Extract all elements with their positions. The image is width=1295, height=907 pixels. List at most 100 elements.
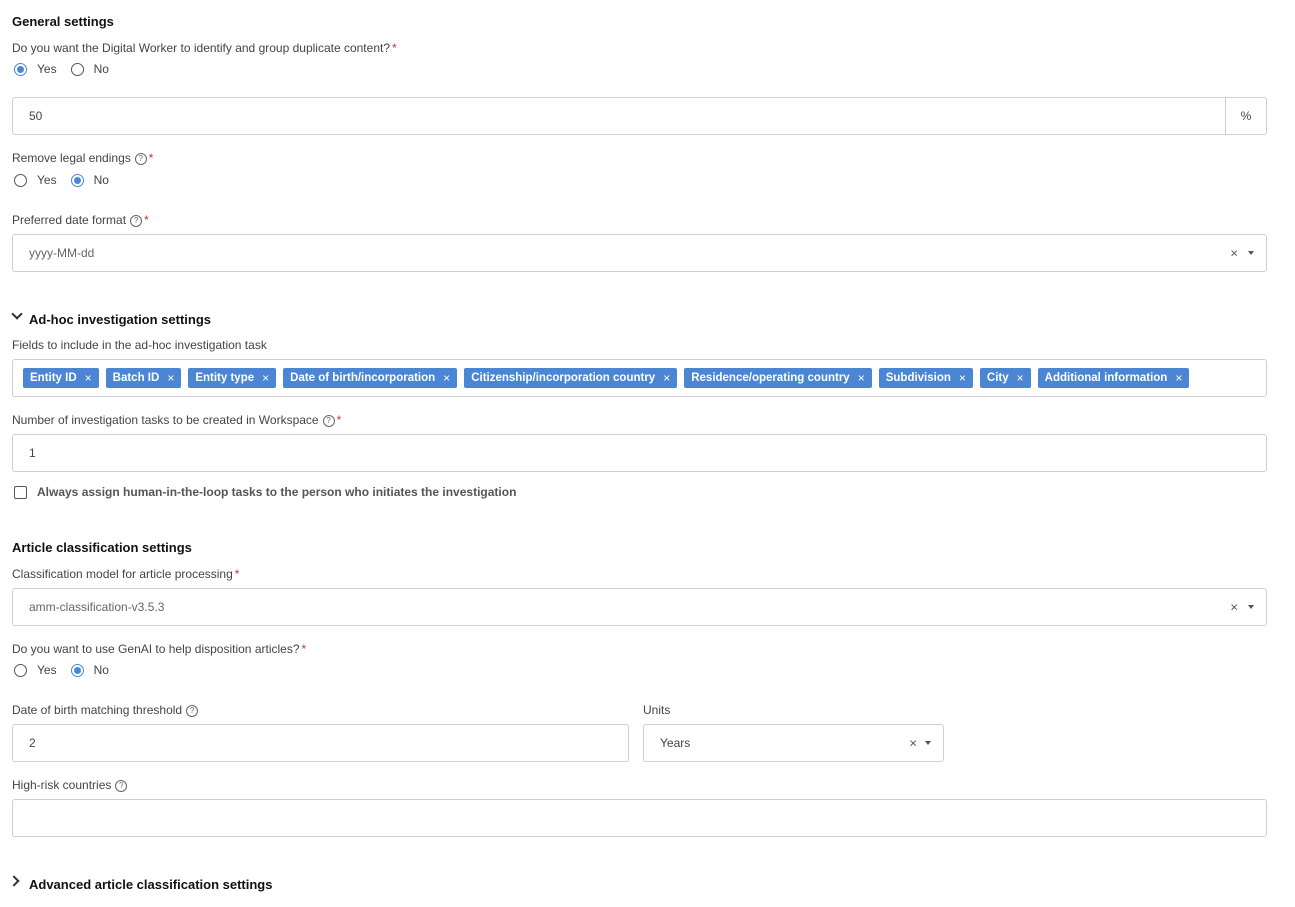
duplicate-yes-radio[interactable] [14,62,27,76]
field-chip: City × [979,368,1031,388]
field-chip: Residence/operating country × [684,368,872,388]
chevron-down-icon[interactable] [1248,605,1254,609]
assign-checkbox-label[interactable]: Always assign human-in-the-loop tasks to… [37,485,516,499]
clear-icon[interactable]: × [1230,600,1238,615]
field-chip: Entity type × [188,368,277,388]
legal-endings-no-label[interactable]: No [94,173,109,187]
date-format-label-text: Preferred date format [12,213,127,227]
units-label: Units [643,703,671,717]
help-icon[interactable]: ? [130,215,143,227]
duplicate-no-label[interactable]: No [94,62,109,76]
tasks-label-text: Number of investigation tasks to be crea… [12,413,319,427]
percent-suffix: % [1225,98,1266,134]
field-chip: Citizenship/incorporation country × [464,368,678,388]
chip-remove-icon[interactable]: × [663,371,670,385]
required-mark: * [148,151,154,165]
field-chip: Additional information × [1037,368,1190,388]
dob-threshold-value[interactable]: 2 [29,736,36,750]
assign-checkbox[interactable] [14,485,27,499]
required-mark: * [392,41,397,55]
units-value: Years [660,736,691,750]
required-mark: * [336,413,342,427]
chevron-down-icon[interactable] [925,741,931,745]
chip-label: City [986,372,1009,384]
chip-label: Date of birth/incorporation [290,372,436,384]
genai-yes-label[interactable]: Yes [37,663,57,677]
chip-remove-icon[interactable]: × [959,371,966,385]
chip-remove-icon[interactable]: × [167,371,174,385]
chip-label: Citizenship/incorporation country [471,372,656,384]
chip-remove-icon[interactable]: × [443,371,450,385]
required-mark: * [234,567,240,581]
fields-multiselect[interactable]: Entity ID × Batch ID × Entity type × Date o… [12,359,1267,397]
date-format-label: Preferred date format? * [12,213,149,227]
duplicate-threshold-value[interactable]: 50 [29,109,42,123]
chip-remove-icon[interactable]: × [262,371,269,385]
units-select[interactable]: Years × [643,724,944,762]
model-label-text: Classification model for article process… [12,567,233,581]
article-settings-title: Article classification settings [12,540,192,555]
clear-icon[interactable]: × [909,736,917,751]
duplicate-question-text: Do you want the Digital Worker to identi… [12,41,390,55]
expand-chevron-icon[interactable] [8,875,20,887]
chip-label: Batch ID [112,372,160,384]
chip-label: Entity ID [30,372,77,384]
model-value: amm-classification-v3.5.3 [29,600,165,614]
duplicate-question: Do you want the Digital Worker to identi… [12,41,397,55]
general-settings-title: General settings [12,14,114,29]
legal-endings-label-text: Remove legal endings [12,151,131,165]
fields-label: Fields to include in the ad-hoc investig… [12,338,267,352]
help-icon[interactable]: ? [186,705,199,717]
help-icon[interactable]: ? [134,153,147,165]
chip-remove-icon[interactable]: × [1017,371,1024,385]
legal-endings-yes-radio[interactable] [14,173,27,187]
chip-label: Additional information [1044,372,1168,384]
help-icon[interactable]: ? [322,415,335,427]
chevron-down-icon[interactable] [1248,251,1254,255]
legal-endings-radio-group: Yes No [14,173,123,187]
model-label: Classification model for article process… [12,567,239,581]
field-chip: Subdivision × [878,368,973,388]
collapse-chevron-icon[interactable] [11,308,23,320]
chip-remove-icon[interactable]: × [858,371,865,385]
duplicate-threshold-field[interactable]: 50 % [12,97,1267,135]
assign-checkbox-row: Always assign human-in-the-loop tasks to… [14,485,516,499]
chip-label: Subdivision [885,372,951,384]
field-chip: Entity ID × [23,368,99,388]
date-format-select[interactable]: yyyy-MM-dd × [12,234,1267,272]
chip-remove-icon[interactable]: × [1175,371,1182,385]
high-risk-label-text: High-risk countries [12,778,112,792]
genai-radio-group: Yes No [14,663,123,677]
genai-question-text: Do you want to use GenAI to help disposi… [12,642,300,656]
high-risk-label: High-risk countries? [12,778,128,792]
advanced-settings-title[interactable]: Advanced article classification settings [29,877,272,892]
help-icon[interactable]: ? [115,780,128,792]
chip-remove-icon[interactable]: × [85,371,92,385]
adhoc-settings-title[interactable]: Ad-hoc investigation settings [29,312,211,327]
required-mark: * [301,642,307,656]
clear-icon[interactable]: × [1230,246,1238,261]
tasks-count-input[interactable]: 1 [12,434,1267,472]
dob-threshold-label: Date of birth matching threshold? [12,703,199,717]
chip-label: Residence/operating country [691,372,850,384]
dob-threshold-label-text: Date of birth matching threshold [12,703,183,717]
genai-no-label[interactable]: No [94,663,109,677]
genai-yes-radio[interactable] [14,663,27,677]
date-format-value: yyyy-MM-dd [29,246,95,260]
high-risk-countries-input[interactable] [12,799,1267,837]
field-chip: Batch ID × [105,368,182,388]
field-chip: Date of birth/incorporation × [283,368,458,388]
duplicate-yes-label[interactable]: Yes [37,62,57,76]
legal-endings-yes-label[interactable]: Yes [37,173,57,187]
duplicate-no-radio[interactable] [70,62,84,76]
genai-question: Do you want to use GenAI to help disposi… [12,642,306,656]
tasks-label: Number of investigation tasks to be crea… [12,413,341,427]
duplicate-radio-group: Yes No [14,62,123,76]
chip-label: Entity type [195,372,255,384]
model-select[interactable]: amm-classification-v3.5.3 × [12,588,1267,626]
legal-endings-no-radio[interactable] [70,173,84,187]
genai-no-radio[interactable] [70,663,84,677]
dob-threshold-input[interactable]: 2 [12,724,629,762]
tasks-count-value[interactable]: 1 [29,446,36,460]
legal-endings-label: Remove legal endings? * [12,151,153,165]
